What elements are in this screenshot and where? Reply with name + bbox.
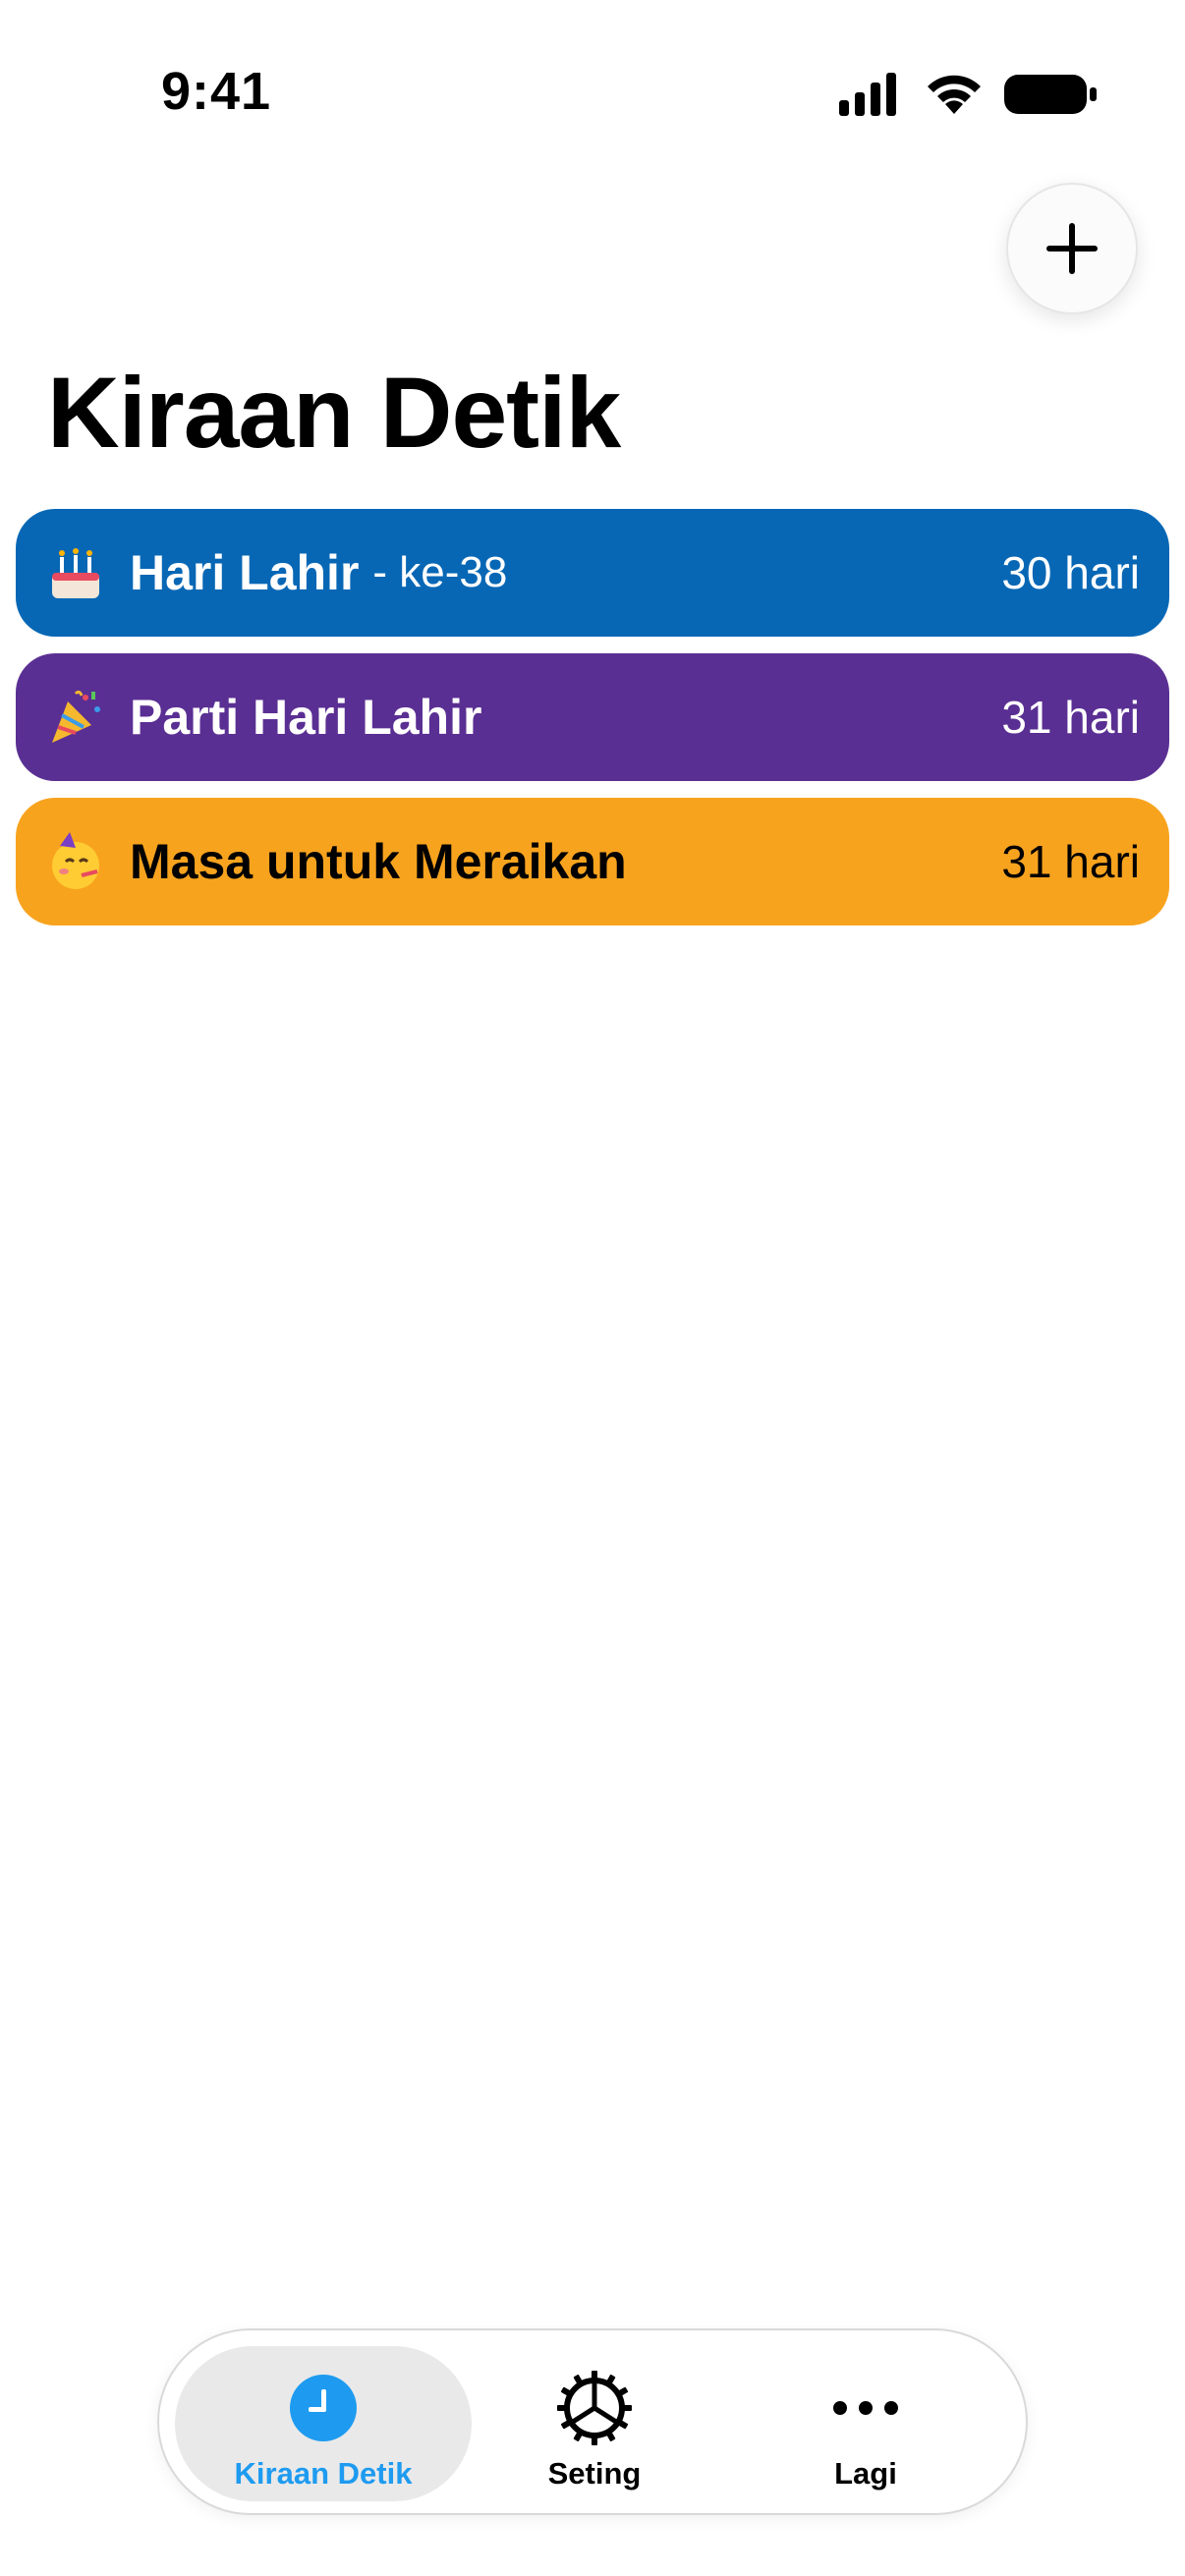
tab-lagi[interactable]: Lagi	[730, 2330, 1001, 2517]
battery-icon	[1004, 75, 1097, 114]
tab-label: Kiraan Detik	[234, 2456, 413, 2491]
more-dots-icon	[833, 2401, 898, 2415]
countdown-days: 30 hari	[1001, 547, 1140, 598]
gear-icon	[557, 2371, 632, 2445]
countdown-name: Hari Lahir	[130, 545, 360, 600]
add-countdown-button[interactable]	[1006, 183, 1138, 314]
plus-icon	[1046, 223, 1098, 274]
tab-label: Seting	[547, 2456, 642, 2491]
countdown-item[interactable]: Hari Lahir - ke-38 30 hari	[16, 509, 1169, 637]
party-popper-icon	[45, 687, 106, 748]
countdown-item[interactable]: Parti Hari Lahir 31 hari	[16, 653, 1169, 781]
countdown-days: 31 hari	[1001, 692, 1140, 743]
countdown-name: Masa untuk Meraikan	[130, 834, 627, 889]
countdown-suffix: - ke-38	[372, 548, 508, 596]
countdown-list: Hari Lahir - ke-38 30 hari Parti Hari La…	[16, 509, 1169, 942]
tab-bar: Kiraan Detik Seting Lagi	[157, 2328, 1028, 2515]
tab-label: Lagi	[834, 2456, 897, 2491]
clock-icon	[290, 2375, 357, 2441]
countdown-item[interactable]: Masa untuk Meraikan 31 hari	[16, 798, 1169, 925]
birthday-cake-icon	[45, 542, 106, 603]
cellular-signal-icon	[839, 73, 896, 116]
wifi-icon	[928, 75, 981, 114]
partying-face-icon	[45, 831, 106, 892]
page-title: Kiraan Detik	[47, 357, 621, 469]
tab-seting[interactable]: Seting	[459, 2330, 730, 2517]
app-screen: 9:41 Kiraan Detik Hari Lahir - ke-38 30 …	[0, 0, 1185, 2576]
status-time: 9:41	[161, 62, 272, 121]
countdown-days: 31 hari	[1001, 836, 1140, 887]
tab-kiraan-detik[interactable]: Kiraan Detik	[188, 2330, 459, 2517]
countdown-name: Parti Hari Lahir	[130, 690, 482, 745]
